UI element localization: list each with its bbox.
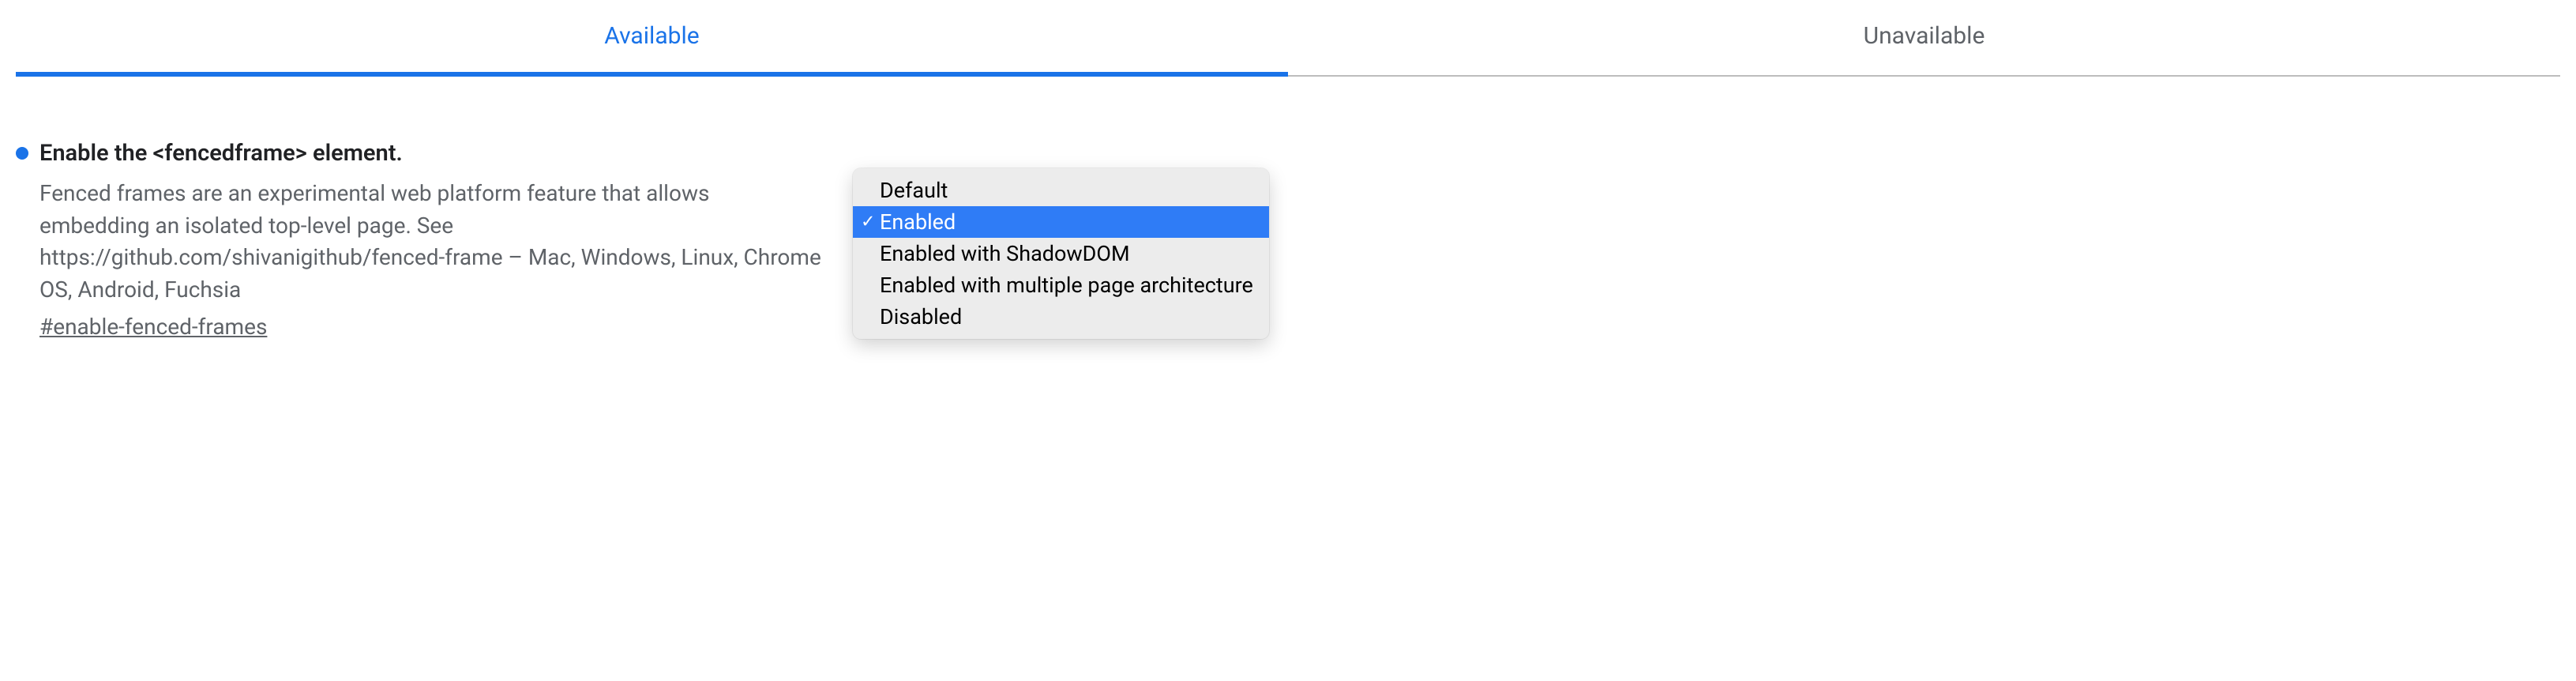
dropdown-option-enabled-shadowdom[interactable]: Enabled with ShadowDOM [853,238,1269,269]
dropdown-option-enabled[interactable]: ✓ Enabled [853,206,1269,238]
dropdown-option-label: Enabled with multiple page architecture [880,273,1253,298]
tab-unavailable[interactable]: Unavailable [1288,0,2560,77]
check-icon: ✓ [861,213,875,232]
tabs-bar: Available Unavailable [16,0,2560,77]
flag-title: Enable the <fencedframe> element. [39,140,403,167]
dropdown-option-label: Enabled with ShadowDOM [880,241,1130,266]
flag-description: Fenced frames are an experimental web pl… [39,178,821,306]
dropdown-option-enabled-multiple-page[interactable]: Enabled with multiple page architecture [853,269,1269,301]
dropdown-option-default[interactable]: Default [853,175,1269,206]
dropdown-option-label: Default [880,178,948,203]
flag-content: Enable the <fencedframe> element. Fenced… [16,140,853,340]
flag-anchor-link[interactable]: #enable-fenced-frames [39,314,267,340]
dropdown-option-label: Enabled [880,209,956,235]
dropdown-option-label: Disabled [880,304,962,329]
modified-indicator-icon [16,147,28,160]
tab-available[interactable]: Available [16,0,1288,77]
dropdown-menu: Default ✓ Enabled Enabled with ShadowDOM… [853,168,1269,339]
flag-row: Enable the <fencedframe> element. Fenced… [16,140,2560,340]
flag-title-row: Enable the <fencedframe> element. [16,140,821,167]
dropdown-option-disabled[interactable]: Disabled [853,301,1269,333]
